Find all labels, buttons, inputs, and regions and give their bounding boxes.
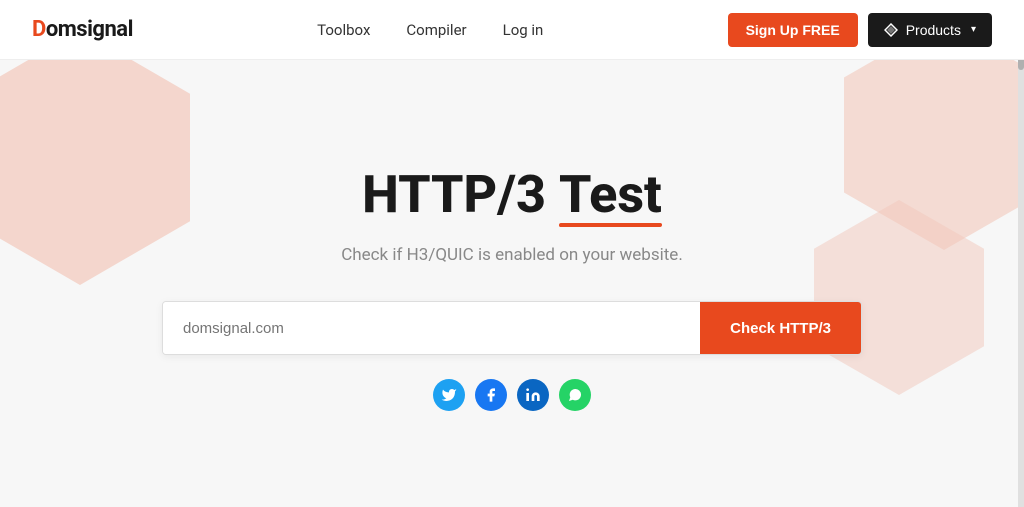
logo-text: omsignal — [46, 17, 133, 42]
url-input[interactable] — [163, 302, 700, 354]
nav-actions: Sign Up FREE Products ▾ — [728, 13, 992, 47]
products-label: Products — [906, 22, 961, 38]
hero-title: HTTP/3 Test — [362, 166, 662, 223]
navbar: Domsignal Toolbox Compiler Log in Sign U… — [0, 0, 1024, 60]
facebook-share-button[interactable] — [475, 379, 507, 411]
diamond-icon — [884, 23, 898, 37]
title-http3: HTTP/3 — [362, 164, 559, 225]
signup-button[interactable]: Sign Up FREE — [728, 13, 858, 47]
hero-subtitle: Check if H3/QUIC is enabled on your webs… — [341, 245, 683, 265]
logo-d-letter: D — [32, 17, 46, 42]
logo[interactable]: Domsignal — [32, 17, 133, 42]
check-button[interactable]: Check HTTP/3 — [700, 302, 861, 354]
whatsapp-share-button[interactable] — [559, 379, 591, 411]
twitter-icon — [441, 387, 457, 403]
nav-compiler[interactable]: Compiler — [406, 21, 466, 39]
url-search-container: Check HTTP/3 — [162, 301, 862, 355]
twitter-share-button[interactable] — [433, 379, 465, 411]
products-button[interactable]: Products ▾ — [868, 13, 992, 47]
whatsapp-icon — [567, 387, 583, 403]
nav-links: Toolbox Compiler Log in — [317, 21, 543, 39]
linkedin-share-button[interactable] — [517, 379, 549, 411]
nav-login[interactable]: Log in — [503, 21, 544, 39]
nav-toolbox[interactable]: Toolbox — [317, 21, 370, 39]
social-share-row — [433, 379, 591, 411]
facebook-icon — [483, 387, 499, 403]
scrollbar[interactable] — [1018, 0, 1024, 507]
chevron-down-icon: ▾ — [971, 24, 976, 35]
title-test: Test — [559, 166, 662, 223]
hex-left-decoration — [0, 60, 190, 285]
linkedin-icon — [525, 387, 541, 403]
hero-section: HTTP/3 Test Check if H3/QUIC is enabled … — [0, 60, 1024, 507]
